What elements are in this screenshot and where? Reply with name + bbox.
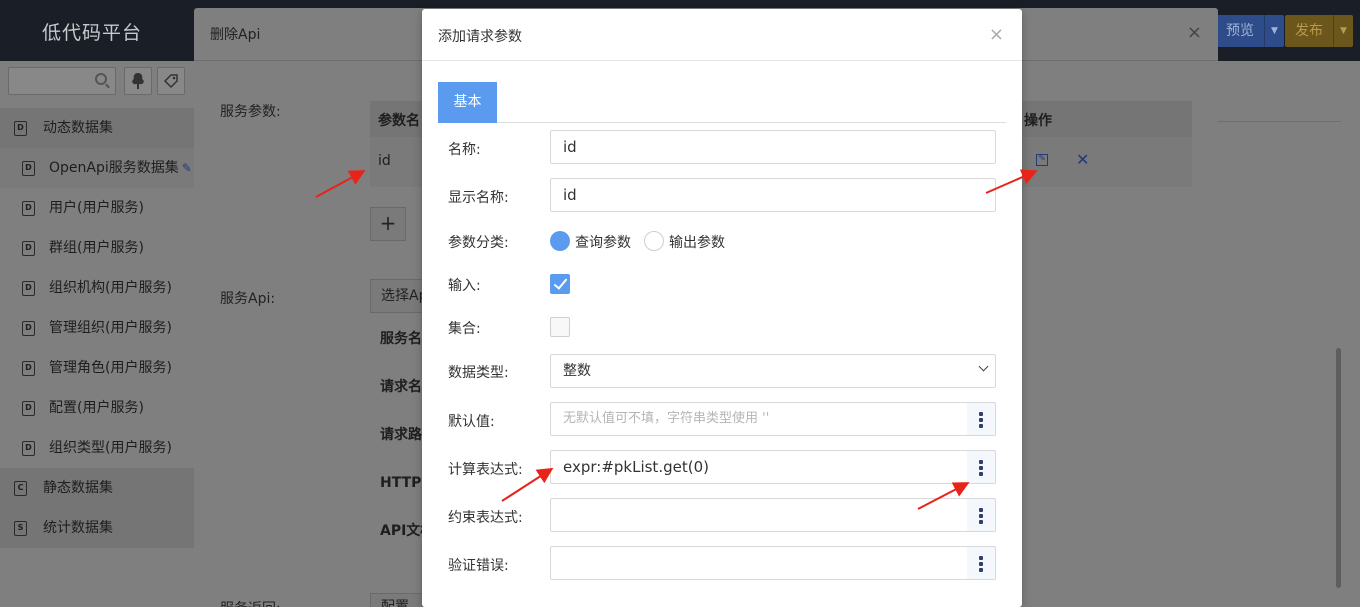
- data-type-value: 整数: [563, 363, 591, 379]
- publish-button[interactable]: 发布 ▼: [1285, 15, 1353, 47]
- sidebar-item-label: 群组(用户服务): [49, 240, 144, 256]
- default-value-label: 默认值:: [448, 414, 495, 430]
- divider: [1218, 121, 1341, 122]
- more-options-icon[interactable]: [967, 450, 996, 484]
- config-button[interactable]: 配置: [370, 593, 430, 607]
- sidebar-item-manage-org[interactable]: D 管理组织(用户服务): [0, 308, 194, 348]
- more-options-icon[interactable]: [967, 402, 996, 436]
- display-name-label: 显示名称:: [448, 190, 509, 206]
- caret-down-icon[interactable]: ▼: [1333, 15, 1353, 47]
- sidebar-item-label: 动态数据集: [43, 120, 113, 136]
- add-request-param-dialog: 添加请求参数 × 基本 名称: id 显示名称: id 参数分类: 查询参数 输…: [422, 9, 1022, 607]
- dialog-title: 添加请求参数: [438, 29, 522, 45]
- radio-query-param[interactable]: [550, 231, 570, 251]
- sidebar-item-label: 静态数据集: [43, 480, 113, 496]
- scrollbar[interactable]: [1336, 348, 1341, 588]
- caret-down-icon[interactable]: ▼: [1264, 15, 1284, 47]
- select-api-button[interactable]: 选择Api: [370, 279, 430, 313]
- preview-button[interactable]: 预览 ▼: [1216, 15, 1284, 47]
- validation-error-label: 验证错误:: [448, 558, 509, 574]
- input-checkbox[interactable]: [550, 274, 570, 294]
- dataset-file-icon: D: [14, 121, 27, 136]
- sidebar-item-dynamic-dataset[interactable]: D 动态数据集: [0, 108, 194, 148]
- service-return-label: 服务返回:: [220, 598, 281, 607]
- search-icon: [95, 73, 107, 85]
- dataset-file-icon: S: [14, 521, 27, 536]
- sidebar: D 动态数据集 D OpenApi服务数据集 ✎ D 用户(用户服务) D 群组(…: [0, 61, 194, 607]
- more-options-icon[interactable]: [967, 498, 996, 532]
- more-options-icon[interactable]: [967, 546, 996, 580]
- calc-expr-input[interactable]: expr:#pkList.get(0): [550, 450, 968, 484]
- service-api-label: 服务Api:: [220, 291, 276, 307]
- sidebar-item-label: OpenApi服务数据集: [49, 160, 179, 176]
- tag-icon[interactable]: [157, 67, 185, 95]
- preview-label: 预览: [1226, 23, 1254, 39]
- input-label: 输入:: [448, 278, 481, 294]
- dataset-file-icon: D: [22, 281, 35, 296]
- dataset-file-icon: D: [22, 401, 35, 416]
- sidebar-item-label: 组织类型(用户服务): [49, 440, 172, 456]
- radio-output-label: 输出参数: [669, 235, 725, 251]
- sidebar-item-manage-role[interactable]: D 管理角色(用户服务): [0, 348, 194, 388]
- sidebar-item-label: 组织机构(用户服务): [49, 280, 172, 296]
- sidebar-item-openapi-dataset[interactable]: D OpenApi服务数据集 ✎: [0, 148, 194, 188]
- sidebar-item-static-dataset[interactable]: C 静态数据集: [0, 468, 194, 508]
- sidebar-item-label: 管理组织(用户服务): [49, 320, 172, 336]
- sidebar-item-label: 统计数据集: [43, 520, 113, 536]
- dataset-file-icon: D: [22, 441, 35, 456]
- data-type-select[interactable]: 整数: [550, 354, 996, 388]
- publish-label: 发布: [1295, 23, 1323, 39]
- sidebar-toolbar: [0, 61, 194, 105]
- name-input[interactable]: id: [550, 130, 996, 164]
- name-label: 名称:: [448, 142, 481, 158]
- sidebar-item-org-type[interactable]: D 组织类型(用户服务): [0, 428, 194, 468]
- constraint-expr-input[interactable]: [550, 498, 968, 532]
- modal-title: 删除Api: [210, 27, 261, 43]
- dataset-file-icon: D: [22, 321, 35, 336]
- tab-basic[interactable]: 基本: [438, 82, 497, 123]
- service-params-label: 服务参数:: [220, 104, 281, 120]
- edit-icon[interactable]: ✎: [1036, 154, 1048, 166]
- dataset-file-icon: D: [22, 161, 35, 176]
- column-header-actions: 操作: [1024, 113, 1052, 129]
- constraint-expr-label: 约束表达式:: [448, 510, 523, 526]
- param-category-label: 参数分类:: [448, 235, 509, 251]
- dataset-file-icon: C: [14, 481, 27, 496]
- dataset-file-icon: D: [22, 241, 35, 256]
- tree-icon[interactable]: [124, 67, 152, 95]
- sidebar-item-user[interactable]: D 用户(用户服务): [0, 188, 194, 228]
- add-param-button[interactable]: +: [370, 207, 406, 241]
- delete-icon[interactable]: ✕: [1076, 150, 1089, 169]
- radio-query-label: 查询参数: [575, 235, 631, 251]
- sidebar-item-label: 管理角色(用户服务): [49, 360, 172, 376]
- dialog-header: 添加请求参数 ×: [422, 9, 1022, 61]
- data-type-label: 数据类型:: [448, 365, 509, 381]
- collection-label: 集合:: [448, 321, 481, 337]
- sidebar-item-config[interactable]: D 配置(用户服务): [0, 388, 194, 428]
- validation-error-input[interactable]: [550, 546, 968, 580]
- dataset-tree: D 动态数据集 D OpenApi服务数据集 ✎ D 用户(用户服务) D 群组(…: [0, 108, 194, 548]
- dataset-file-icon: D: [22, 201, 35, 216]
- close-icon[interactable]: ×: [1187, 22, 1202, 43]
- sidebar-item-group[interactable]: D 群组(用户服务): [0, 228, 194, 268]
- sidebar-item-label: 配置(用户服务): [49, 400, 144, 416]
- cell-param-name: id: [378, 153, 391, 169]
- calc-expr-label: 计算表达式:: [448, 462, 523, 478]
- app-title: 低代码平台: [42, 22, 143, 44]
- pencil-icon[interactable]: ✎: [182, 161, 192, 175]
- sidebar-item-org[interactable]: D 组织机构(用户服务): [0, 268, 194, 308]
- chevron-down-icon: [978, 361, 989, 372]
- sidebar-item-label: 用户(用户服务): [49, 200, 144, 216]
- sidebar-search-input[interactable]: [8, 67, 116, 95]
- sidebar-item-stats-dataset[interactable]: S 统计数据集: [0, 508, 194, 548]
- dataset-file-icon: D: [22, 361, 35, 376]
- radio-output-param[interactable]: [644, 231, 664, 251]
- tab-bar: 基本: [438, 82, 1006, 123]
- column-header-param-name: 参数名: [378, 113, 420, 129]
- display-name-input[interactable]: id: [550, 178, 996, 212]
- collection-checkbox[interactable]: [550, 317, 570, 337]
- close-icon[interactable]: ×: [989, 24, 1004, 45]
- default-value-input[interactable]: 无默认值可不填，字符串类型使用 '': [550, 402, 968, 436]
